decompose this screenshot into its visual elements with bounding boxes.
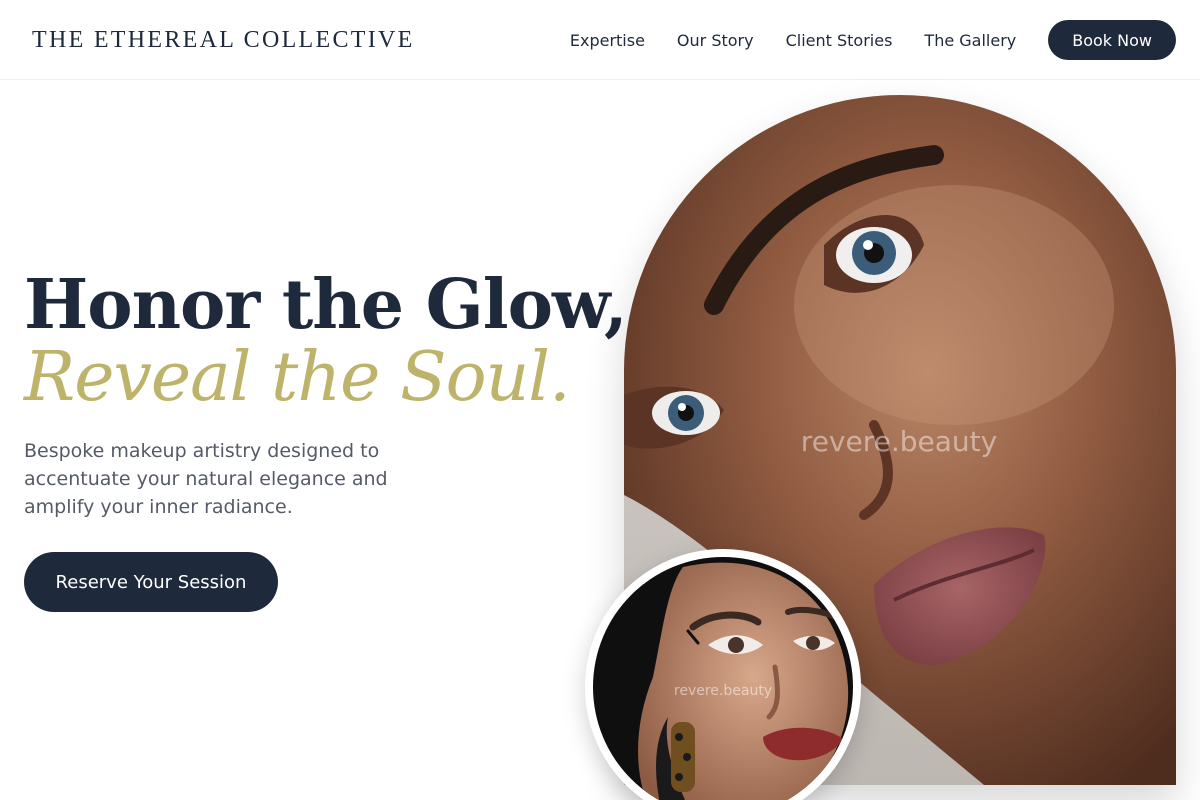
hero-title: Honor the Glow, <box>24 265 628 345</box>
hero-title-accent: Reveal the Soul. <box>24 338 571 417</box>
book-now-button[interactable]: Book Now <box>1048 20 1176 60</box>
portrait-inset-illustration: revere.beauty <box>593 557 853 800</box>
main-nav: Expertise Our Story Client Stories The G… <box>570 20 1176 60</box>
nav-link-our-story[interactable]: Our Story <box>677 31 754 50</box>
site-header: THE ETHEREAL COLLECTIVE Expertise Our St… <box>0 0 1200 80</box>
nav-link-client-stories[interactable]: Client Stories <box>786 31 893 50</box>
main-watermark: revere.beauty <box>801 425 997 458</box>
brand-logo[interactable]: THE ETHEREAL COLLECTIVE <box>32 27 415 54</box>
inset-watermark: revere.beauty <box>674 683 772 699</box>
hero-description: Bespoke makeup artistry designed to acce… <box>24 440 388 518</box>
nav-link-expertise[interactable]: Expertise <box>570 31 645 50</box>
reserve-session-button[interactable]: Reserve Your Session <box>24 552 278 612</box>
nav-link-gallery[interactable]: The Gallery <box>924 31 1016 50</box>
